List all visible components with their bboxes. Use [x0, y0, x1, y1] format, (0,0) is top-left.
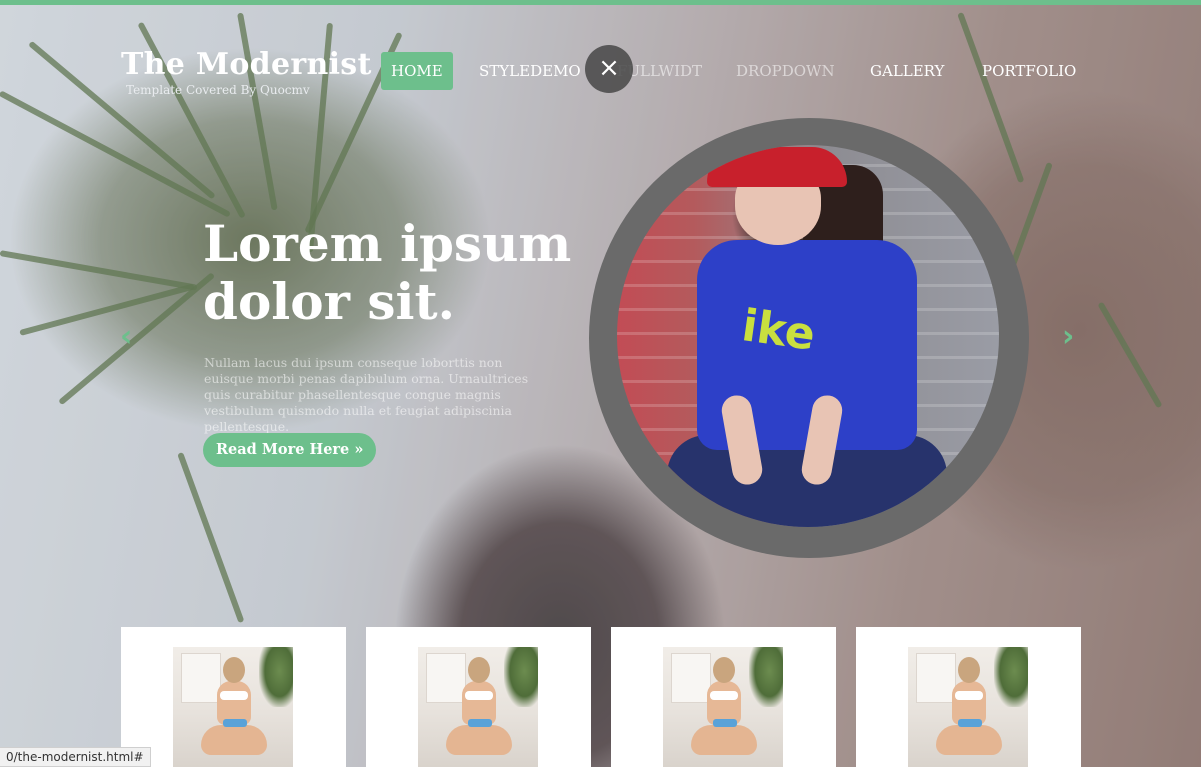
read-more-button[interactable]: Read More Here » [203, 433, 377, 467]
nav-item-dropdown[interactable]: DROPDOWN [736, 52, 835, 90]
close-icon[interactable]: × [585, 45, 633, 93]
site-title[interactable]: The Modernist [121, 47, 372, 82]
site-subtitle: Template Covered By Quocmv [126, 83, 310, 97]
thumbnail-image[interactable] [908, 647, 1028, 767]
gallery-thumbnail[interactable] [856, 627, 1081, 767]
slider-next-arrow-icon[interactable]: › [1062, 322, 1084, 352]
nav-item-gallery[interactable]: GALLERY [870, 52, 944, 90]
nav-item-home[interactable]: HOME [381, 52, 453, 90]
status-bar-url: 0/the-modernist.html# [0, 747, 151, 767]
nav-item-styledemo[interactable]: STYLEDEMO [479, 52, 581, 90]
gallery-thumbnail[interactable] [366, 627, 591, 767]
thumbnail-image[interactable] [663, 647, 783, 767]
nav-item-portfolio[interactable]: PORTFOLIO [982, 52, 1076, 90]
slider-prev-arrow-icon[interactable]: ‹ [120, 322, 142, 352]
accent-top-bar [0, 0, 1201, 5]
gallery-thumbnail[interactable] [121, 627, 346, 767]
thumbnail-image[interactable] [418, 647, 538, 767]
gallery-thumbnail[interactable] [611, 627, 836, 767]
thumbnail-image[interactable] [173, 647, 293, 767]
featured-image: ike [617, 145, 999, 527]
slide-body-text: Nullam lacus dui ipsum conseque lobortti… [204, 355, 529, 434]
slide-heading: Lorem ipsum dolor sit. [203, 214, 572, 331]
